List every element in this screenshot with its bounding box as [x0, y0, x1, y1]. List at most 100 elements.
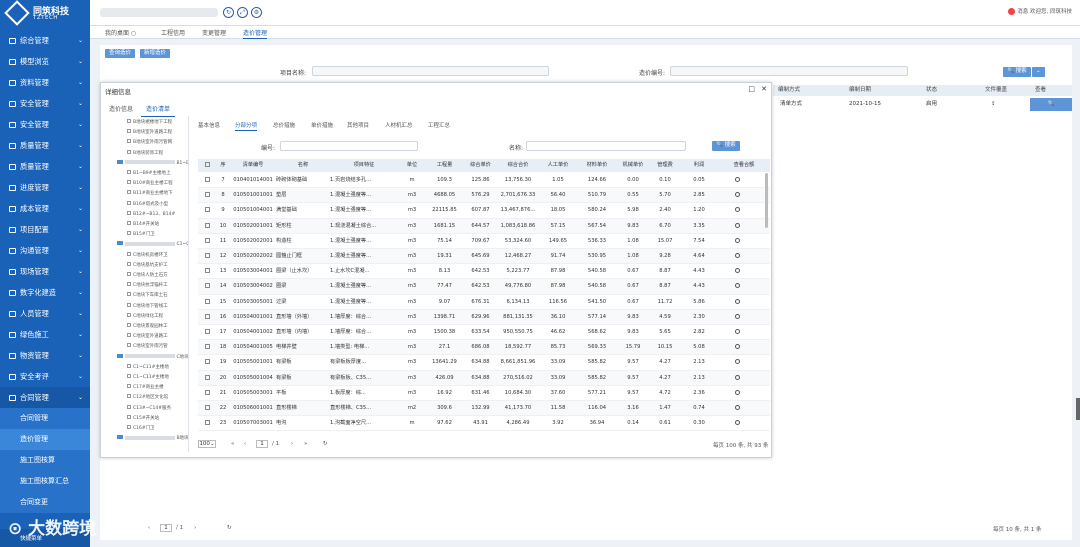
dlg-pager-next[interactable]: ›: [291, 441, 293, 447]
tree-node[interactable]: C地块绿化工程: [127, 312, 163, 321]
project-name-input[interactable]: [312, 66, 549, 76]
tree-checkbox[interactable]: [127, 149, 131, 154]
sidebar-item-11[interactable]: 现场管理 ⌄: [0, 261, 90, 282]
tree-node[interactable]: C15#开关站: [127, 414, 159, 423]
row-checkbox[interactable]: [198, 234, 216, 249]
tree-checkbox[interactable]: [127, 231, 131, 236]
tree-checkbox[interactable]: [127, 282, 131, 287]
code-filter-input[interactable]: [280, 141, 418, 151]
sidebar-item-10[interactable]: 沟通管理 ⌄: [0, 240, 90, 261]
user-area[interactable]: 消息 欢迎您, 同筑科技: [1008, 7, 1072, 15]
tree-node[interactable]: C地块机房楼环卫: [127, 251, 168, 260]
view-detail-icon[interactable]: [718, 219, 756, 234]
maximize-icon[interactable]: □: [748, 85, 755, 93]
main-search-button[interactable]: 🔍 搜索: [1003, 67, 1031, 77]
tree-checkbox[interactable]: [127, 292, 131, 297]
tree-node[interactable]: B10#商业主楼工程: [127, 179, 173, 188]
tree-node[interactable]: B16#塔式及小型: [127, 200, 168, 209]
row-checkbox[interactable]: [198, 340, 216, 355]
row-checkbox[interactable]: [198, 416, 216, 431]
tree-checkbox[interactable]: [127, 210, 131, 215]
tree-checkbox[interactable]: [127, 394, 131, 399]
tree-node[interactable]: C17#商业主楼: [127, 383, 164, 392]
dlg-refresh-icon[interactable]: ↻: [323, 441, 328, 447]
row-checkbox[interactable]: [198, 371, 216, 386]
tree-checkbox[interactable]: [127, 272, 131, 276]
tree-node[interactable]: C地块室外雨污管: [127, 342, 168, 351]
notification-icon[interactable]: [1008, 8, 1016, 15]
view-icon[interactable]: 🔍: [1030, 98, 1072, 111]
pager-first[interactable]: ‹: [148, 525, 150, 531]
tab-credit[interactable]: 工程信用: [161, 28, 185, 37]
row-checkbox[interactable]: [198, 203, 216, 218]
sidebar-item-2[interactable]: 资料管理 ⌄: [0, 72, 90, 93]
row-checkbox[interactable]: [198, 249, 216, 264]
tree-node[interactable]: B1~B9#主楼地下: [117, 159, 188, 168]
new-cost-button[interactable]: 新增造价: [140, 49, 171, 58]
tree-node[interactable]: B地块地下室变电: [117, 434, 188, 443]
tree-node[interactable]: B地块装饰工程: [127, 149, 163, 158]
view-detail-icon[interactable]: [718, 371, 756, 386]
tree-node[interactable]: C地块装饰工程: [117, 353, 188, 362]
subtab-6[interactable]: 工程汇总: [428, 121, 450, 129]
table-row[interactable]: 19 010505001001 有梁板 有梁板板厚度... m3 13641.29 634.…: [198, 355, 770, 371]
tree-node[interactable]: C16#门卫: [127, 424, 155, 433]
pager-next[interactable]: ›: [194, 525, 196, 531]
upload-icon[interactable]: ⇪: [991, 98, 996, 111]
sidebar-item-3[interactable]: 安全管理 ⌄: [0, 93, 90, 114]
table-row[interactable]: 23 010507003001 电沟 1.沟截面净空尺... m 97.62 43.91 4,…: [198, 416, 770, 432]
sidebar-item-9[interactable]: 项目配置 ⌄: [0, 219, 90, 240]
sidebar-item-17[interactable]: 合同管理 ⌄: [0, 387, 90, 408]
view-detail-icon[interactable]: [718, 340, 756, 355]
view-detail-icon[interactable]: [718, 416, 756, 431]
table-row[interactable]: 16 010504001001 直形墙（外墙） 1.墙厚度：综合... m3 1398.7…: [198, 309, 770, 325]
tree-node[interactable]: C地块基坑支护工: [127, 261, 168, 270]
tab-desktop[interactable]: 我的桌面 ○: [105, 28, 136, 37]
sidebar-subitem-4[interactable]: 合同变更: [0, 492, 90, 513]
tree-checkbox[interactable]: [127, 190, 131, 195]
name-filter-input[interactable]: [526, 141, 686, 151]
sidebar-item-5[interactable]: 质量管理 ⌄: [0, 135, 90, 156]
sidebar-item-0[interactable]: 综合管理 ⌄: [0, 30, 90, 51]
view-detail-icon[interactable]: [718, 279, 756, 294]
row-checkbox[interactable]: [198, 355, 216, 370]
tree-checkbox[interactable]: [127, 221, 131, 225]
subtab-3[interactable]: 单价措施: [311, 121, 333, 129]
tree-node[interactable]: C13#~C14#服务: [127, 404, 171, 413]
tree-node[interactable]: C12#地区文化馆: [127, 393, 168, 402]
tree-checkbox[interactable]: [127, 343, 131, 348]
pager-page-input[interactable]: 1: [160, 524, 172, 532]
table-row[interactable]: 9 010501004001 满堂基础 1.混凝土强度等... m3 22115.85 60…: [198, 203, 770, 219]
sidebar-item-1[interactable]: 模型浏览 ⌄: [0, 51, 90, 72]
sidebar-item-15[interactable]: 物资管理 ⌄: [0, 345, 90, 366]
view-detail-icon[interactable]: [718, 295, 756, 310]
cost-code-input[interactable]: [670, 66, 908, 76]
sidebar-subitem-0[interactable]: 合同管理: [0, 408, 90, 429]
row-checkbox[interactable]: [198, 219, 216, 234]
row-checkbox[interactable]: [198, 295, 216, 310]
tab-cost-list[interactable]: 造价清单: [141, 101, 176, 117]
view-detail-icon[interactable]: [718, 173, 756, 188]
row-checkbox[interactable]: [198, 325, 216, 340]
sidebar-item-4[interactable]: 安全管理 ⌄: [0, 114, 90, 135]
tree-checkbox[interactable]: [127, 333, 131, 338]
row-checkbox[interactable]: [198, 173, 216, 188]
table-row[interactable]: 14 010503004002 圈梁 1.混凝土强度等... m3 77.47 642.53…: [198, 279, 770, 295]
tree-checkbox[interactable]: [127, 261, 131, 266]
subtab-5[interactable]: 人材机汇总: [385, 121, 413, 129]
dlg-page-input[interactable]: 1: [256, 440, 268, 448]
table-row[interactable]: 13 010503004001 圈梁（止水坎） 1.止水坎C混凝... m3 8.13 64…: [198, 264, 770, 280]
subtab-4[interactable]: 其他项目: [347, 121, 369, 129]
sidebar-subitem-2[interactable]: 施工图核算: [0, 450, 90, 471]
view-detail-icon[interactable]: [718, 203, 756, 218]
select-all-checkbox[interactable]: [198, 159, 216, 172]
tree-checkbox[interactable]: [127, 374, 131, 378]
dlg-pager-prev[interactable]: ‹: [244, 441, 246, 447]
grid-scrollbar[interactable]: [765, 173, 768, 228]
tree-checkbox[interactable]: [127, 312, 131, 317]
table-row[interactable]: 8 010501001001 垫层 1.混凝土强度等... m3 4688.05 576.2…: [198, 188, 770, 204]
tree-node[interactable]: B地块裙楼地下工程: [127, 118, 172, 127]
tree-node[interactable]: B12#~B13、B14#: [127, 210, 175, 219]
row-checkbox[interactable]: [198, 264, 216, 279]
table-row[interactable]: 17 010504001002 直形墙（内墙） 1.墙厚度：综合... m3 1500.3…: [198, 325, 770, 341]
